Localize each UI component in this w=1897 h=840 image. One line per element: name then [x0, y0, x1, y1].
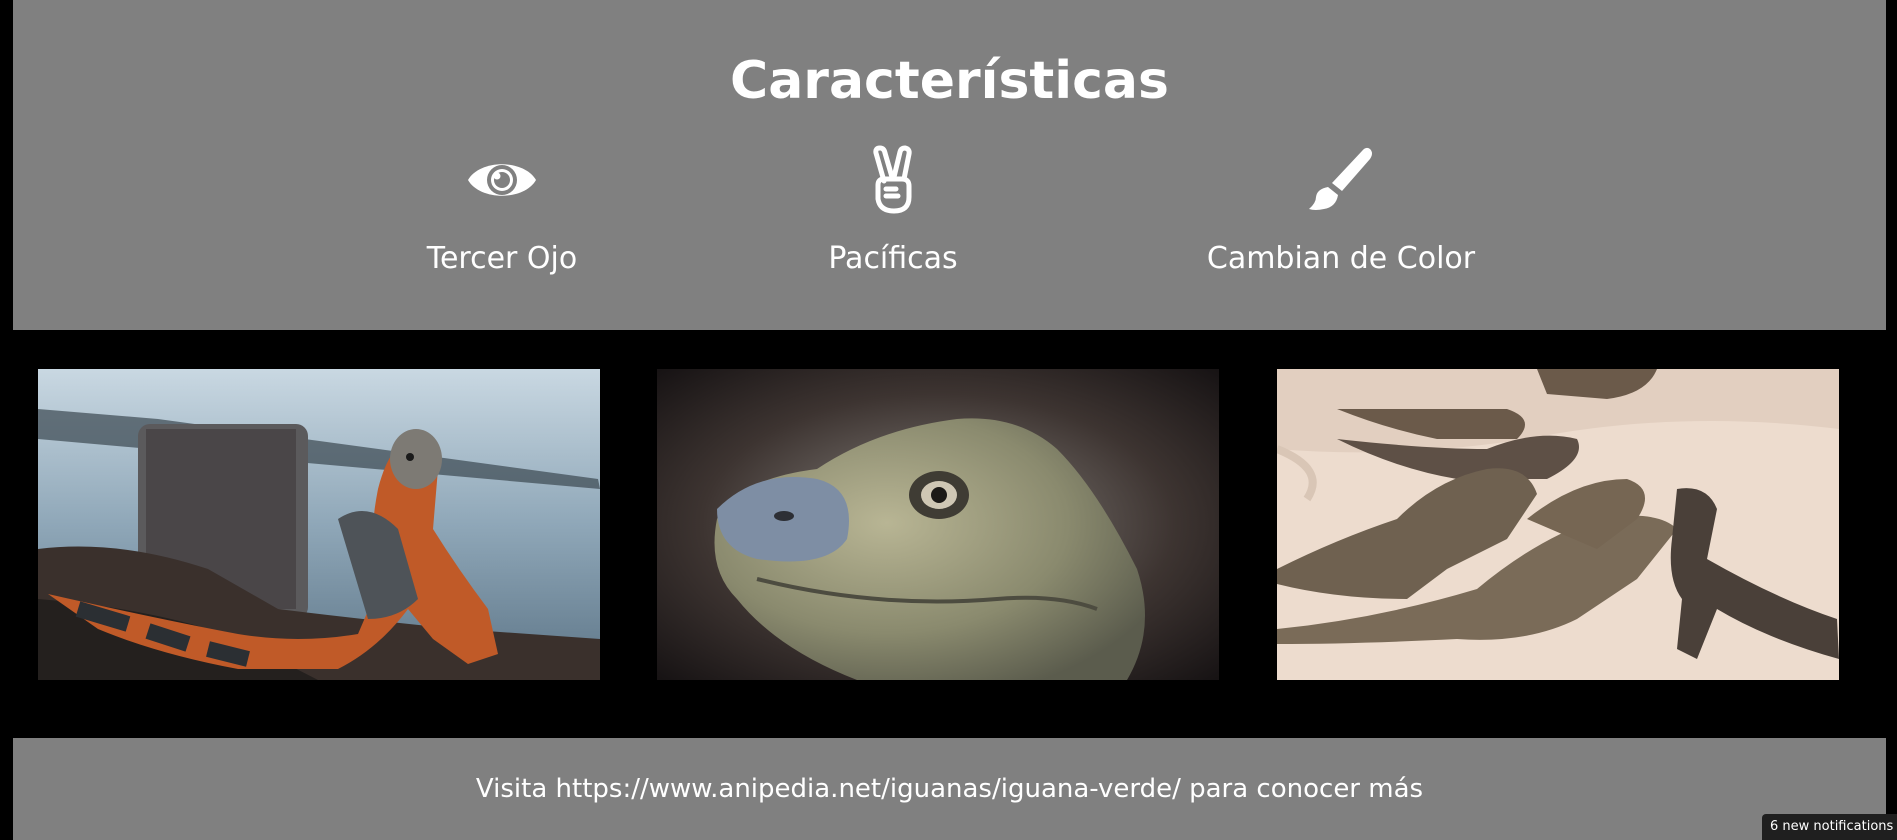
iguanas-sand-photo — [1277, 369, 1839, 680]
iguana-head-photo — [657, 369, 1219, 680]
eye-icon — [462, 145, 542, 215]
notification-toast[interactable]: 6 new notifications — [1762, 814, 1897, 840]
paint-brush-icon — [1301, 145, 1381, 215]
page: Características Tercer Ojo Pacíficas Cam… — [0, 0, 1897, 840]
iguana-rocks-photo — [38, 369, 600, 680]
feature-tercer-ojo: Tercer Ojo — [322, 145, 682, 279]
footer: Visita https://www.anipedia.net/iguanas/… — [13, 738, 1886, 840]
feature-label: Tercer Ojo — [426, 241, 578, 276]
features-title: Características — [730, 51, 1169, 111]
peace-hand-icon — [853, 145, 933, 215]
feature-pacificas: Pacíficas — [713, 145, 1073, 279]
features-section: Características Tercer Ojo Pacíficas Cam… — [13, 0, 1886, 330]
footer-text: Visita https://www.anipedia.net/iguanas/… — [475, 774, 1424, 804]
feature-label: Pacíficas — [828, 241, 958, 276]
feature-label: Cambian de Color — [1206, 241, 1476, 276]
feature-cambian-de-color: Cambian de Color — [1161, 145, 1521, 279]
